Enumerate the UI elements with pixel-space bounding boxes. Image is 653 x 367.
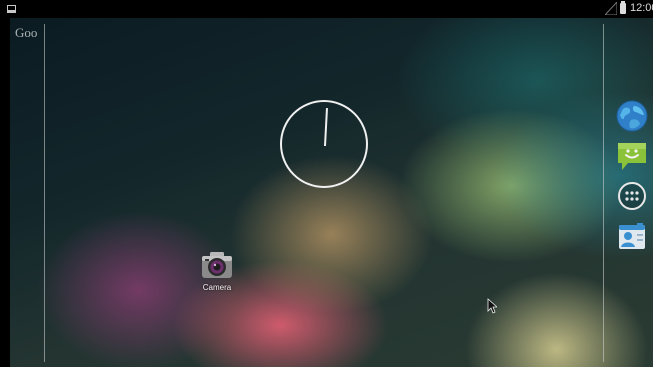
camera-icon xyxy=(202,252,232,278)
right-page-edge xyxy=(603,24,604,362)
battery-icon xyxy=(620,1,626,14)
analog-clock-widget[interactable] xyxy=(280,100,368,188)
wallpaper xyxy=(10,18,653,367)
camera-label: Camera xyxy=(202,283,232,292)
notification-icon xyxy=(7,5,16,13)
google-label: Goo xyxy=(15,25,38,40)
clock-hand xyxy=(324,107,328,147)
android-home-screen: 12:00 Goo Camera xyxy=(0,0,653,367)
google-search-bar[interactable]: Goo xyxy=(10,18,46,367)
camera-shortcut[interactable]: Camera xyxy=(194,248,240,296)
app-drawer-icon[interactable] xyxy=(616,180,648,212)
contacts-icon[interactable] xyxy=(616,220,648,252)
browser-icon[interactable] xyxy=(616,100,648,132)
signal-icon xyxy=(605,2,617,15)
status-bar: 12:00 xyxy=(0,0,653,18)
status-time: 12:00 xyxy=(630,2,653,14)
messaging-icon[interactable] xyxy=(616,140,648,172)
left-page-edge xyxy=(44,24,45,362)
mouse-pointer-icon xyxy=(487,298,497,314)
